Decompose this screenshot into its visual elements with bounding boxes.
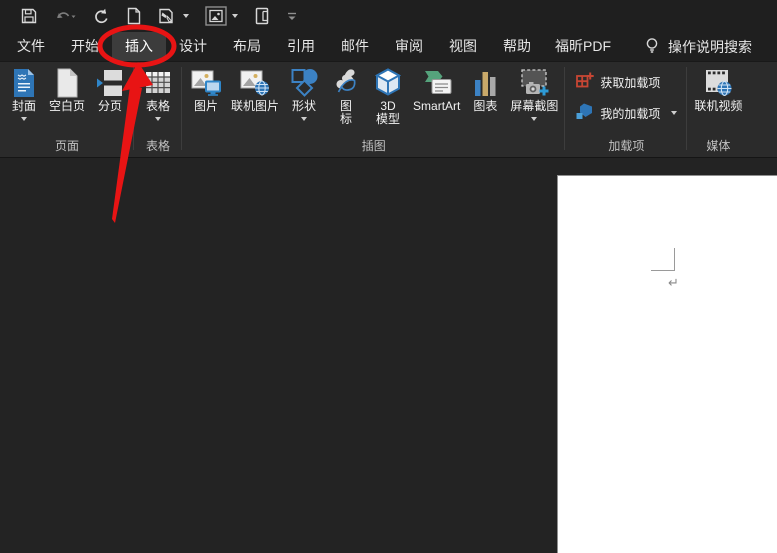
tab-insert[interactable]: 插入	[112, 32, 166, 61]
online-video-button[interactable]: 联机视频	[690, 63, 746, 113]
screenshot-button[interactable]: 屏幕截图	[506, 63, 562, 121]
3d-models-icon	[371, 66, 405, 100]
document-page[interactable]: ↵	[557, 175, 777, 553]
redo-button[interactable]	[86, 4, 116, 28]
icons-button[interactable]: 图 标	[325, 63, 367, 126]
chart-icon	[468, 66, 502, 100]
tab-home[interactable]: 开始	[58, 32, 112, 61]
copy-document-icon	[254, 7, 270, 25]
insert-object-icon	[205, 6, 227, 26]
blank-page-icon	[50, 66, 84, 100]
ribbon-group-media: 联机视频 媒体	[687, 62, 749, 157]
shapes-icon	[287, 66, 321, 100]
customize-qat-button[interactable]	[280, 4, 304, 28]
ribbon-group-illustrations: 图片 联机图片 形状 图 标 3D 模型 SmartArt 图表 屏幕截图 插图	[182, 62, 566, 157]
insert-object-button[interactable]	[199, 4, 244, 28]
quick-access-toolbar	[0, 0, 777, 32]
save-button[interactable]	[14, 4, 44, 28]
tab-mailings[interactable]: 邮件	[328, 32, 382, 61]
my-addins-icon	[575, 102, 594, 124]
ribbon-group-tables: 表格 表格	[134, 62, 183, 157]
ink-tool-button[interactable]	[152, 4, 195, 28]
online-pictures-button[interactable]: 联机图片	[227, 63, 283, 113]
cover-page-button[interactable]: 封面	[3, 63, 45, 121]
document-canvas: ↵	[0, 158, 777, 553]
chevron-down-icon	[232, 14, 238, 18]
tab-design[interactable]: 设计	[166, 32, 220, 61]
margin-corner-mark	[651, 248, 675, 271]
page-break-button[interactable]: 分页	[89, 63, 131, 113]
tab-file[interactable]: 文件	[4, 32, 58, 61]
paragraph-mark: ↵	[668, 275, 679, 290]
undo-icon	[54, 7, 76, 25]
tab-layout[interactable]: 布局	[220, 32, 274, 61]
customize-qat-icon	[286, 10, 298, 22]
new-document-button[interactable]	[120, 4, 148, 28]
my-addins-label: 我的加载项	[600, 106, 661, 121]
chevron-down-icon	[301, 117, 308, 121]
chevron-down-icon	[21, 117, 27, 121]
online-pictures-icon	[238, 66, 272, 100]
my-addins-button[interactable]: 我的加载项	[572, 101, 680, 125]
chevron-down-icon	[183, 14, 189, 18]
undo-button[interactable]	[48, 4, 82, 28]
picture-icon	[189, 66, 223, 100]
smartart-icon	[420, 66, 454, 100]
group-label-illustrations: 插图	[361, 139, 386, 153]
ribbon-tab-bar: 文件 开始 插入 设计 布局 引用 邮件 审阅 视图 帮助 福昕PDF 操作说明…	[0, 32, 777, 62]
tab-review[interactable]: 审阅	[382, 32, 436, 61]
online-video-icon	[701, 66, 735, 100]
ribbon-group-addins: 获取加载项 我的加载项 加载项	[565, 62, 688, 157]
lightbulb-icon	[644, 37, 660, 57]
ink-tool-icon	[158, 7, 178, 25]
3d-models-button[interactable]: 3D 模型	[367, 63, 409, 126]
tab-help[interactable]: 帮助	[490, 32, 544, 61]
word-window: 文件 开始 插入 设计 布局 引用 邮件 审阅 视图 帮助 福昕PDF 操作说明…	[0, 0, 777, 553]
table-icon	[141, 66, 175, 100]
get-addins-button[interactable]: 获取加载项	[572, 70, 680, 94]
ribbon-group-pages: 封面 空白页 分页 页面	[0, 62, 135, 157]
icons-icon	[329, 66, 363, 100]
tab-foxit-pdf[interactable]: 福昕PDF	[544, 32, 622, 61]
chevron-down-icon	[671, 111, 678, 115]
shapes-button[interactable]: 形状	[283, 63, 325, 121]
page-break-icon	[93, 66, 127, 100]
chart-button[interactable]: 图表	[464, 63, 506, 113]
get-addins-icon	[575, 71, 595, 93]
group-label-media: 媒体	[706, 139, 731, 153]
ribbon-insert: 封面 空白页 分页 页面 表格 表格 图片 联机图片 形状 图 标 3D 模型 …	[0, 62, 777, 158]
pictures-button[interactable]: 图片	[185, 63, 227, 113]
copy-document-button[interactable]	[248, 4, 276, 28]
chevron-down-icon	[531, 117, 538, 121]
tell-me-search[interactable]: 操作说明搜索	[644, 32, 752, 61]
tell-me-label: 操作说明搜索	[668, 38, 752, 55]
smartart-button[interactable]: SmartArt	[409, 63, 464, 113]
tab-view[interactable]: 视图	[436, 32, 490, 61]
save-icon	[20, 7, 38, 25]
group-label-addins: 加载项	[608, 139, 645, 153]
group-label-tables: 表格	[146, 139, 171, 153]
screenshot-icon	[517, 66, 551, 100]
new-document-icon	[126, 7, 142, 25]
tab-references[interactable]: 引用	[274, 32, 328, 61]
blank-page-button[interactable]: 空白页	[45, 63, 89, 113]
table-button[interactable]: 表格	[137, 63, 179, 121]
cover-page-icon	[7, 66, 41, 100]
redo-icon	[92, 7, 110, 25]
group-label-pages: 页面	[55, 139, 80, 153]
get-addins-label: 获取加载项	[600, 75, 661, 90]
chevron-down-icon	[155, 117, 162, 121]
